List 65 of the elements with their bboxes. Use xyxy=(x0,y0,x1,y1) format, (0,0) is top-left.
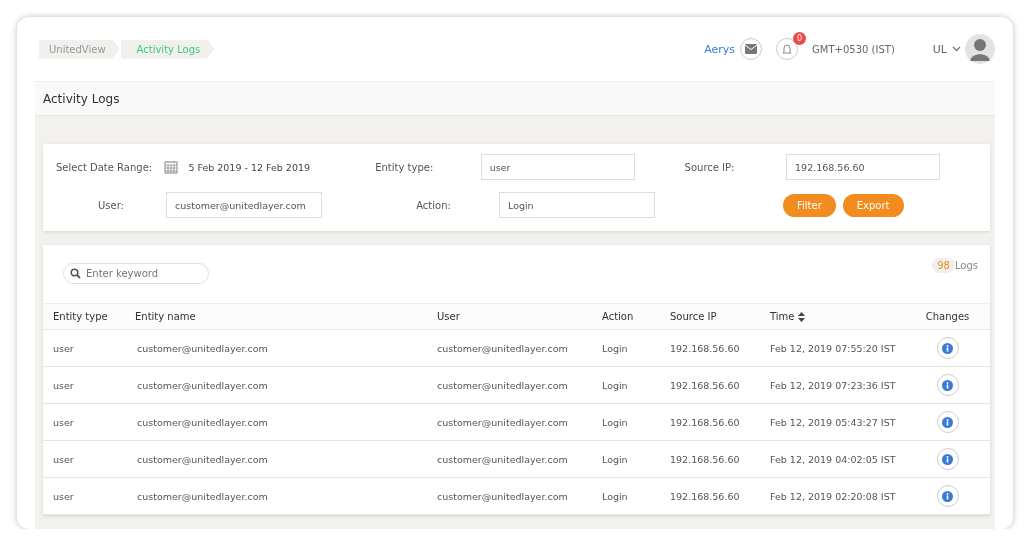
column-header: Entity name xyxy=(135,311,196,322)
table-cell: 192.168.56.60 xyxy=(670,453,740,465)
table-cell: customer@unitedlayer.com xyxy=(437,379,568,391)
table-cell: Feb 12, 2019 04:02:05 IST xyxy=(770,453,896,465)
table-cell: user xyxy=(53,453,74,465)
avatar-icon[interactable] xyxy=(965,34,995,64)
info-icon xyxy=(942,379,953,391)
action-field[interactable]: Login xyxy=(499,192,655,218)
field-label: Action: xyxy=(415,199,452,211)
table-cell: 192.168.56.60 xyxy=(670,416,740,428)
table-cell: user xyxy=(53,416,74,428)
search-icon xyxy=(70,268,81,279)
table-cell: customer@unitedlayer.com xyxy=(137,416,268,428)
log-count-label: Logs xyxy=(954,260,978,271)
table-cell: Login xyxy=(602,379,628,391)
table-cell: Login xyxy=(602,453,628,465)
table-cell: Feb 12, 2019 02:20:08 IST xyxy=(770,490,896,502)
notification-badge: 0 xyxy=(793,32,807,45)
column-header: Source IP xyxy=(670,311,717,322)
table-cell: customer@unitedlayer.com xyxy=(137,342,268,354)
page-title: Activity Logs xyxy=(43,91,120,106)
timezone-label: GMT+0530 (IST) xyxy=(812,43,895,55)
sort-icon[interactable] xyxy=(798,311,806,322)
table-cell: customer@unitedlayer.com xyxy=(137,379,268,391)
table-cell: Login xyxy=(602,342,628,354)
table-cell: customer@unitedlayer.com xyxy=(137,453,268,465)
info-icon xyxy=(942,490,953,502)
table-cell: Feb 12, 2019 05:43:27 IST xyxy=(770,416,896,428)
column-header: User xyxy=(437,311,460,322)
calendar-icon[interactable] xyxy=(164,160,179,174)
table-cell: customer@unitedlayer.com xyxy=(437,342,568,354)
user-name[interactable]: Aerys xyxy=(704,42,736,56)
search-field[interactable]: Enter keyword xyxy=(63,263,209,284)
log-count: 98 xyxy=(932,258,955,273)
date-range[interactable]: 5 Feb 2019 - 12 Feb 2019 xyxy=(188,161,311,173)
column-header[interactable]: Time xyxy=(770,311,795,322)
account-menu[interactable]: UL xyxy=(932,42,947,56)
table-cell: customer@unitedlayer.com xyxy=(437,490,568,502)
table-cell: Login xyxy=(602,490,628,502)
table-cell: customer@unitedlayer.com xyxy=(437,453,568,465)
field-label: Source IP: xyxy=(684,161,736,173)
table-cell: Feb 12, 2019 07:23:36 IST xyxy=(770,379,896,391)
table-cell: 192.168.56.60 xyxy=(670,342,740,354)
table-cell: 192.168.56.60 xyxy=(670,379,740,391)
table-cell: user xyxy=(53,379,74,391)
chevron-down-icon[interactable] xyxy=(952,46,961,52)
table-cell: user xyxy=(53,342,74,354)
table-cell: Login xyxy=(602,416,628,428)
field-label: User: xyxy=(97,199,125,211)
column-header: Changes xyxy=(925,311,970,322)
field-label: Select Date Range: xyxy=(56,161,154,173)
table-cell: customer@unitedlayer.com xyxy=(437,416,568,428)
info-icon xyxy=(942,453,953,465)
field-label: Entity type: xyxy=(375,161,435,173)
table-cell: user xyxy=(53,490,74,502)
info-icon xyxy=(942,342,953,354)
source-ip-field[interactable]: 192.168.56.60 xyxy=(786,154,940,180)
email-field[interactable]: customer@unitedlayer.com xyxy=(166,192,322,218)
table-cell: 192.168.56.60 xyxy=(670,490,740,502)
column-header: Action xyxy=(602,311,634,322)
table-cell: Feb 12, 2019 07:55:20 IST xyxy=(770,342,896,354)
column-header: Entity type xyxy=(53,311,108,322)
table-cell: customer@unitedlayer.com xyxy=(137,490,268,502)
entity-type-field[interactable]: user xyxy=(480,154,635,180)
info-icon xyxy=(942,416,953,428)
